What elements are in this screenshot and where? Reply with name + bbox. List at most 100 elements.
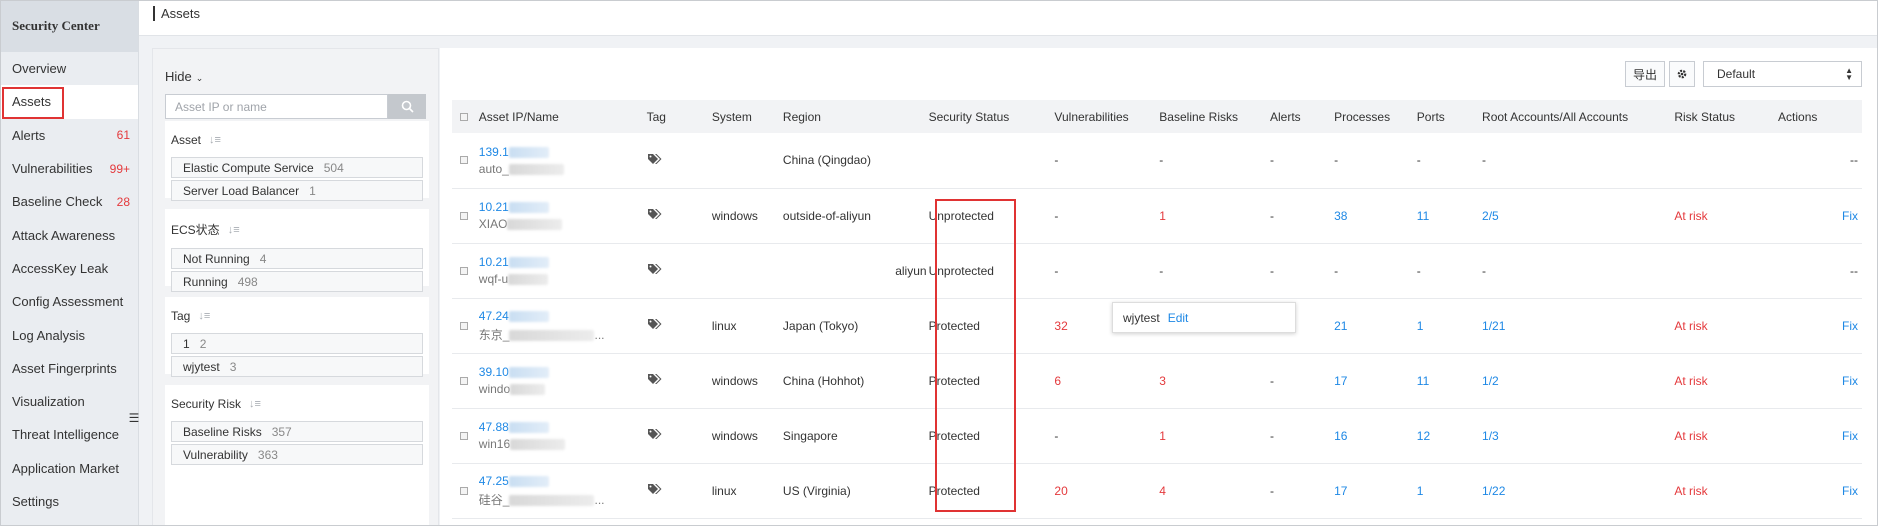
search-input[interactable] xyxy=(165,94,388,119)
filter-group-tag: Tag ↓≡ 12 wjytest 3 xyxy=(165,297,429,377)
accounts-cell[interactable]: 1/21 xyxy=(1482,298,1674,353)
tag-icon[interactable] xyxy=(647,318,663,330)
ports-cell[interactable]: 1 xyxy=(1417,463,1482,518)
row-checkbox[interactable] xyxy=(460,431,468,440)
tag-icon[interactable] xyxy=(647,483,663,495)
sidebar-item-asset-fingerprints[interactable]: Asset Fingerprints xyxy=(0,352,138,385)
accounts-cell[interactable]: 1/3 xyxy=(1482,408,1674,463)
select-all-checkbox[interactable] xyxy=(460,112,468,121)
edit-tag-link[interactable]: Edit xyxy=(1168,311,1189,325)
baseline-risks-cell[interactable]: 1 xyxy=(1159,408,1270,463)
sidebar-item-visualization[interactable]: Visualization xyxy=(0,385,138,418)
vulnerabilities-cell[interactable]: 6 xyxy=(1054,353,1159,408)
sort-icon[interactable]: ↓≡ xyxy=(209,134,221,146)
search-icon xyxy=(401,100,414,113)
processes-cell[interactable]: 16 xyxy=(1334,408,1417,463)
row-checkbox[interactable] xyxy=(460,321,468,330)
asset-ip-link[interactable]: 39.10 xyxy=(479,365,647,379)
sort-icon[interactable]: ↓≡ xyxy=(198,310,210,322)
sidebar-item-assets[interactable]: Assets xyxy=(0,85,138,120)
fix-link[interactable]: Fix xyxy=(1778,463,1862,518)
baseline-risks-cell[interactable]: 3 xyxy=(1159,353,1270,408)
tag-icon[interactable] xyxy=(647,428,663,440)
sidebar-item-threat-intelligence[interactable]: Threat Intelligence xyxy=(0,418,138,451)
sidebar-item-alerts[interactable]: Alerts 61 xyxy=(0,119,138,152)
tag-icon[interactable] xyxy=(647,263,663,275)
tag-icon[interactable] xyxy=(647,373,663,385)
processes-cell[interactable]: 21 xyxy=(1334,298,1417,353)
sidebar-item-attack-awareness[interactable]: Attack Awareness xyxy=(0,218,138,251)
filter-option[interactable]: Elastic Compute Service 504 xyxy=(171,157,423,178)
row-checkbox[interactable] xyxy=(460,211,468,220)
row-checkbox[interactable] xyxy=(460,376,468,385)
vulnerabilities-cell: - xyxy=(1054,428,1059,443)
filter-option-label: Running xyxy=(183,274,228,289)
asset-ip-link[interactable]: 47.24 xyxy=(479,309,647,323)
column-header[interactable]: Processes xyxy=(1334,100,1417,133)
ports-cell[interactable]: 1 xyxy=(1417,298,1482,353)
sidebar-item-settings[interactable]: Settings xyxy=(0,485,138,518)
filter-group-asset: Asset ↓≡ Elastic Compute Service 504 Serve… xyxy=(165,121,429,201)
settings-button[interactable] xyxy=(1669,61,1695,87)
processes-cell: - xyxy=(1334,263,1339,278)
sidebar-item-label: Asset Fingerprints xyxy=(12,360,117,376)
row-checkbox[interactable] xyxy=(460,156,468,165)
accounts-cell[interactable]: 1/22 xyxy=(1482,463,1674,518)
ports-cell[interactable]: 11 xyxy=(1417,353,1482,408)
sidebar-item-vulnerabilities[interactable]: Vulnerabilities 99+ xyxy=(0,152,138,185)
table-toolbar: 导出 Default ▲ ▼ xyxy=(1624,61,1862,87)
sort-icon[interactable]: ↓≡ xyxy=(228,224,240,236)
search-button[interactable] xyxy=(388,94,426,119)
asset-ip-link[interactable]: 10.21 xyxy=(479,200,647,214)
tag-icon[interactable] xyxy=(647,208,663,220)
ports-cell[interactable]: 12 xyxy=(1417,408,1482,463)
highlight-box xyxy=(2,87,64,120)
fix-link[interactable]: Fix xyxy=(1778,408,1862,463)
asset-ip-link[interactable]: 47.88 xyxy=(479,420,647,434)
sort-icon[interactable]: ↓≡ xyxy=(249,398,261,410)
column-header[interactable]: Ports xyxy=(1417,100,1482,133)
alerts-cell: - xyxy=(1269,428,1274,443)
sidebar-item-config-assessment[interactable]: Config Assessment xyxy=(0,285,138,318)
sidebar-item-application-market[interactable]: Application Market xyxy=(0,452,138,485)
filter-option[interactable]: Vulnerability 363 xyxy=(171,444,423,465)
filter-option[interactable]: Baseline Risks 357 xyxy=(171,421,423,442)
hide-toggle[interactable]: Hide ⌄ xyxy=(165,69,203,84)
row-checkbox[interactable] xyxy=(460,266,468,275)
processes-cell[interactable]: 17 xyxy=(1334,463,1417,518)
asset-ip-link[interactable]: 10.21 xyxy=(479,255,647,269)
sidebar-item-log-analysis[interactable]: Log Analysis xyxy=(0,318,138,351)
column-header[interactable]: Alerts xyxy=(1270,100,1334,133)
column-header[interactable]: Vulnerabilities xyxy=(1054,100,1159,133)
sidebar-item-baseline-check[interactable]: Baseline Check 28 xyxy=(0,185,138,218)
baseline-risks-cell[interactable]: 1 xyxy=(1159,188,1270,243)
baseline-risks-cell[interactable]: 4 xyxy=(1159,463,1270,518)
ports-cell[interactable]: 11 xyxy=(1417,188,1482,243)
region-cell: China (Qingdao) xyxy=(782,153,871,168)
asset-ip-link[interactable]: 139.1 xyxy=(479,145,647,159)
column-header[interactable]: Asset IP/Name xyxy=(479,100,647,133)
fix-link[interactable]: Fix xyxy=(1778,353,1862,408)
accounts-cell[interactable]: 2/5 xyxy=(1482,188,1674,243)
filter-option[interactable]: 12 xyxy=(171,333,423,354)
processes-cell[interactable]: 17 xyxy=(1334,353,1417,408)
column-header[interactable]: Baseline Risks xyxy=(1159,100,1270,133)
view-select-value: Default xyxy=(1717,67,1756,81)
accounts-cell[interactable]: 1/2 xyxy=(1482,353,1674,408)
filter-option[interactable]: Not Running 4 xyxy=(171,248,423,269)
sidebar-item-overview[interactable]: Overview xyxy=(0,52,138,85)
row-checkbox[interactable] xyxy=(460,486,468,495)
vulnerabilities-cell[interactable]: 20 xyxy=(1054,463,1159,518)
sidebar-item-accesskey-leak[interactable]: AccessKey Leak xyxy=(0,252,138,285)
filter-option[interactable]: Server Load Balancer 1 xyxy=(171,180,423,201)
tag-icon[interactable] xyxy=(647,153,663,165)
fix-link[interactable]: Fix xyxy=(1778,188,1862,243)
processes-cell[interactable]: 38 xyxy=(1334,188,1417,243)
filter-option[interactable]: Running 498 xyxy=(171,271,423,292)
asset-ip-link[interactable]: 47.25 xyxy=(479,474,647,488)
view-select[interactable]: Default ▲ ▼ xyxy=(1703,61,1862,87)
filter-option[interactable]: wjytest 3 xyxy=(171,356,423,377)
export-button[interactable]: 导出 xyxy=(1624,61,1665,87)
fix-link[interactable]: Fix xyxy=(1778,298,1862,353)
brand-title: Security Center xyxy=(0,0,138,52)
